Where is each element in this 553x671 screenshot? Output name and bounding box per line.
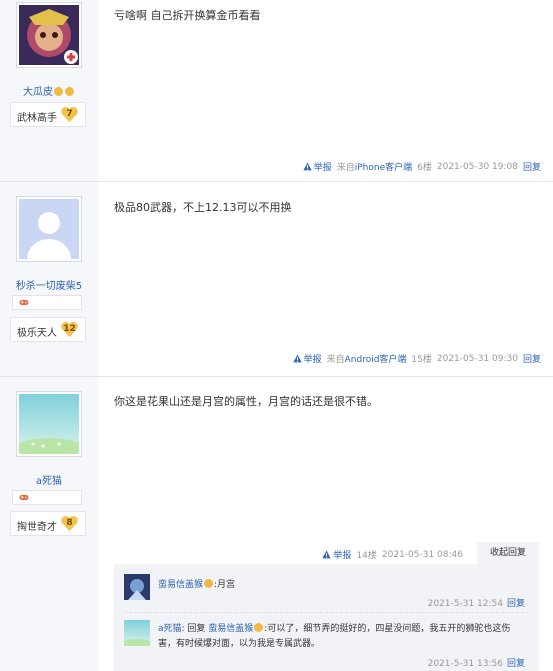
- report-text[interactable]: 举报: [333, 548, 351, 561]
- post-content: 极品80武器，不上12.13可以不用换: [114, 201, 292, 214]
- reply-avatar[interactable]: [124, 620, 150, 646]
- username-text[interactable]: 大瓜皮: [23, 87, 53, 98]
- emoji-icon: [54, 87, 63, 96]
- reply-divider: [124, 612, 529, 613]
- reply-text: 蛮易信盖猴 :月宫: [158, 578, 523, 593]
- reply-time: 2021-5-31 13:56: [427, 659, 503, 669]
- reply-item: a死猫: 回复 蛮易信盖猴:可以了，细节弄的挺好的，四星没问题，我五开的狮驼也这…: [124, 620, 529, 670]
- warning-icon: [292, 354, 302, 363]
- emoji-icon: [204, 579, 214, 588]
- report-link[interactable]: 举报: [292, 352, 322, 365]
- avatar[interactable]: [16, 196, 82, 262]
- reply-meta: 2021-5-31 13:56 回复: [428, 656, 525, 669]
- default-avatar-image: [19, 199, 79, 259]
- game-badge: [12, 295, 82, 310]
- report-link[interactable]: 举报: [322, 548, 351, 561]
- rank-badge: 极乐天人 12: [10, 317, 86, 342]
- rank-title: 武林高手: [17, 113, 57, 124]
- warning-icon: [322, 550, 332, 559]
- rank-level: 8: [66, 518, 73, 528]
- report-text[interactable]: 举报: [314, 160, 332, 173]
- avatar[interactable]: [15, 391, 83, 458]
- reply-meta: 2021-5-31 12:54 回复: [428, 596, 525, 609]
- user-sidebar: 秒杀一切废柴5 极乐天人 12: [0, 182, 98, 376]
- level-heart-icon: 8: [60, 514, 79, 533]
- emoji-icon: [254, 623, 264, 632]
- level-heart-icon: 7: [60, 105, 79, 124]
- post-floor-15: 秒杀一切废柴5 极乐天人 12 极品80武器，不上12.13可以不用换 举报 来…: [0, 182, 553, 377]
- reply-username[interactable]: a死猫: [158, 624, 182, 634]
- post-time: 2021-05-31 08:46: [381, 549, 463, 560]
- post-floor-6: 大瓜皮 武林高手 7 亏啥啊 自己拆开换算金币看看 举报 来自iPhone客户端…: [0, 0, 553, 182]
- avatar[interactable]: [16, 2, 82, 68]
- report-text[interactable]: 举报: [304, 352, 322, 365]
- floor-number: 15楼: [411, 355, 432, 365]
- avatar-image: [19, 5, 79, 65]
- game-controller-icon: [19, 300, 29, 305]
- via-device-link[interactable]: Android客户端: [345, 355, 407, 365]
- level-heart-icon: 12: [60, 320, 79, 339]
- reply-text: a死猫: 回复 蛮易信盖猴:可以了，细节弄的挺好的，四星没问题，我五开的狮驼也这…: [158, 622, 523, 652]
- username[interactable]: a死猫: [0, 472, 98, 487]
- post-footer: 举报 来自Android客户端 15楼 2021-05-31 09:30 回复: [292, 352, 541, 365]
- emoji-icon: [65, 87, 74, 96]
- via-prefix: 来自: [336, 163, 355, 173]
- reply-prefix: : 回复: [181, 624, 209, 634]
- floor-number: 6楼: [417, 163, 432, 173]
- username[interactable]: 秒杀一切废柴5: [0, 277, 98, 292]
- reply-username[interactable]: 蛮易信盖猴: [158, 580, 203, 590]
- reply-target-username[interactable]: 蛮易信盖猴: [208, 624, 253, 634]
- rank-level: 12: [63, 324, 76, 334]
- reply-body: :月宫: [214, 580, 236, 590]
- avatar-image: [15, 394, 83, 458]
- rank-title: 掏世奇才: [17, 522, 57, 533]
- collapse-replies-button[interactable]: 收起回复: [477, 542, 539, 564]
- user-sidebar: a死猫 掏世奇才 8: [0, 377, 98, 671]
- reply-item: 蛮易信盖猴 :月宫 2021-5-31 12:54 回复: [124, 574, 529, 610]
- via-prefix: 来自: [326, 355, 345, 365]
- warning-icon: [303, 162, 312, 171]
- user-sidebar: 大瓜皮 武林高手 7: [0, 0, 98, 181]
- post-footer: 举报 来自iPhone客户端 6楼 2021-05-30 19:08 回复: [303, 160, 541, 173]
- via-device-link[interactable]: iPhone客户端: [355, 163, 412, 173]
- post-footer: 举报 14楼 2021-05-31 08:46: [322, 548, 463, 561]
- post-time: 2021-05-31 09:30: [436, 353, 518, 364]
- reply-list: 蛮易信盖猴 :月宫 2021-5-31 12:54 回复 a死猫: 回复 蛮易信盖猴…: [114, 564, 539, 671]
- game-controller-icon: [19, 495, 29, 500]
- report-link[interactable]: 举报: [303, 160, 332, 173]
- reply-link[interactable]: 回复: [523, 352, 541, 365]
- rank-badge: 掏世奇才 8: [10, 511, 86, 536]
- rank-title: 极乐天人: [17, 328, 57, 339]
- post-content: 你这是花果山还是月宫的属性，月宫的话还是很不错。: [114, 395, 378, 408]
- reply-link[interactable]: 回复: [507, 659, 525, 669]
- floor-number: 14楼: [356, 551, 377, 561]
- reply-time: 2021-5-31 12:54: [427, 599, 503, 609]
- reply-avatar[interactable]: [124, 574, 150, 600]
- source-device: 来自iPhone客户端: [337, 160, 412, 173]
- username[interactable]: 大瓜皮: [0, 83, 98, 98]
- rank-level: 7: [66, 109, 73, 119]
- reply-link[interactable]: 回复: [507, 599, 525, 609]
- post-time: 2021-05-30 19:08: [436, 161, 518, 172]
- game-badge: [12, 490, 82, 505]
- rank-badge: 武林高手 7: [10, 102, 86, 127]
- reply-link[interactable]: 回复: [523, 160, 541, 173]
- source-device: 来自Android客户端: [327, 352, 407, 365]
- post-content: 亏啥啊 自己拆开换算金币看看: [114, 9, 261, 22]
